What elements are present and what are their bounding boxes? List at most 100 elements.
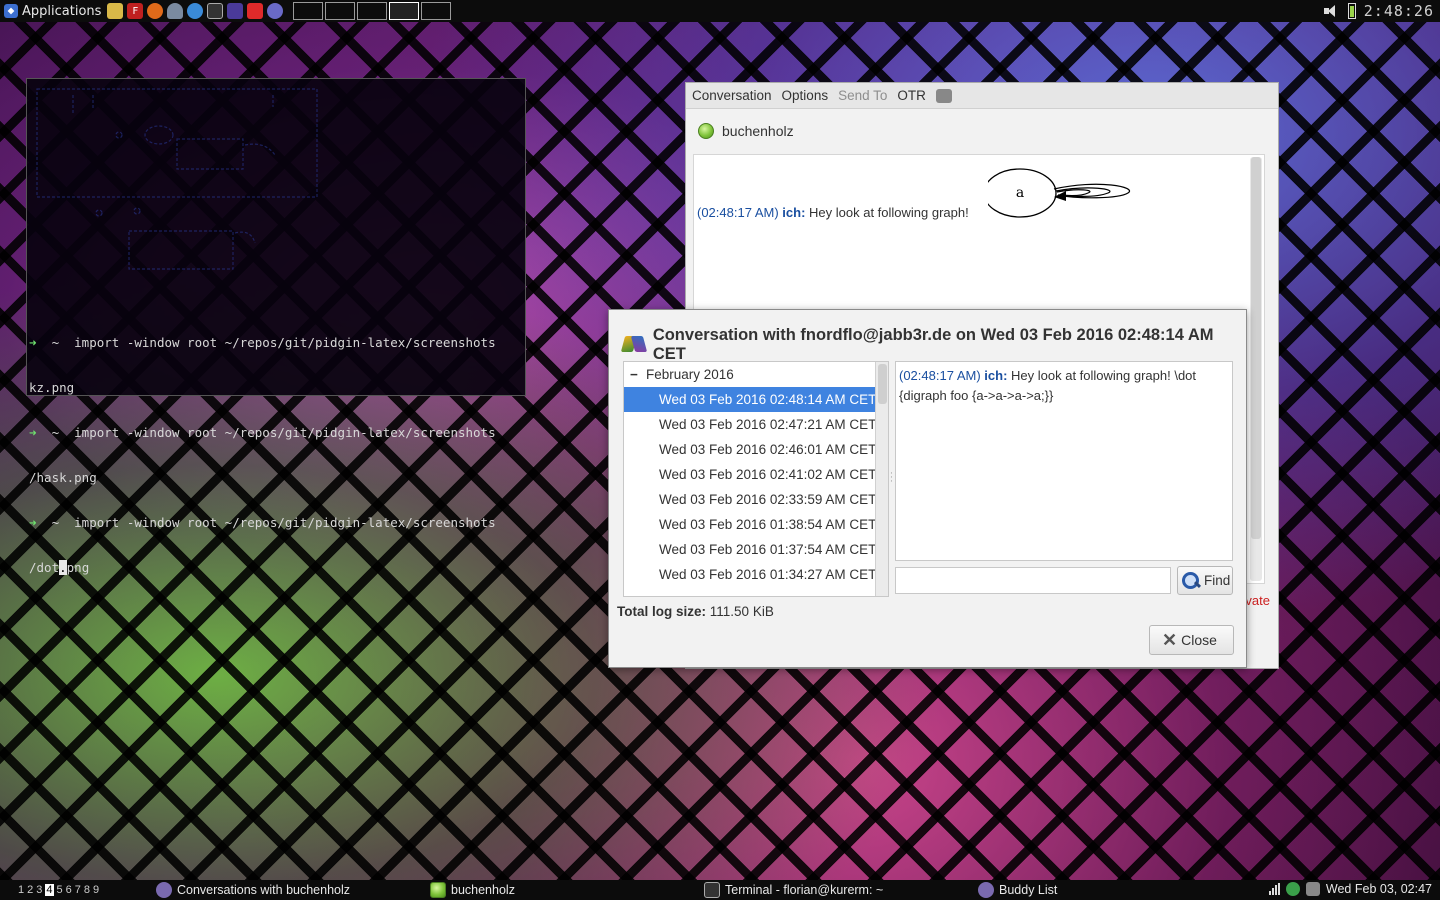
task-buddy-list[interactable]: Buddy List [978,882,1057,898]
battery-icon[interactable] [1347,3,1356,19]
volume-icon[interactable] [1323,5,1340,17]
terminal-window[interactable]: ➜ ~ import -window root ~/repos/git/pidg… [26,78,526,575]
log-search-input[interactable] [895,567,1171,594]
rendered-graph-image: a [988,168,1131,218]
top-panel: Applications F 2:48:26 [0,0,1440,22]
log-entry[interactable]: Wed 03 Feb 2016 02:41:02 AM CET [624,462,888,487]
log-viewer-dialog[interactable]: Conversation with fnordflo@jabb3r.de on … [608,309,1247,668]
desktop-1[interactable]: 1 [18,884,24,896]
chromium-icon[interactable] [187,3,204,19]
pidgin-icon [156,882,172,898]
task-buchenholz[interactable]: buchenholz [430,882,515,898]
terminal-line: ➜ ~ import -window root ~/repos/git/pidg… [29,335,496,350]
log-message-timestamp: (02:48:17 AM) [899,368,981,383]
browser-icon[interactable] [267,3,284,19]
close-button[interactable]: ✕ Close [1149,625,1234,655]
screen-icon[interactable] [227,3,244,19]
desktop-7[interactable]: 7 [75,884,81,896]
system-tray: Wed Feb 03, 02:47 [1268,882,1432,896]
terminal-line-text: ~ import -window root ~/repos/git/pidgin… [36,335,496,350]
cloud-icon[interactable] [167,3,184,19]
firefox-icon[interactable] [147,3,164,19]
workspace-2[interactable] [325,2,356,20]
log-date-tree[interactable]: − February 2016 Wed 03 Feb 2016 02:48:14… [623,361,889,597]
tree-group-label: February 2016 [646,367,734,382]
scrollbar-thumb[interactable] [878,364,887,404]
menu-send-to: Send To [838,88,888,103]
menu-conversation[interactable]: Conversation [692,88,772,103]
conversation-scrollbar[interactable] [1250,157,1262,581]
terminal-line-text: /hask.png [29,470,97,485]
pidgin-icon [978,882,994,898]
log-entry[interactable]: Wed 03 Feb 2016 02:47:21 AM CET [624,412,888,437]
log-entry[interactable]: Wed 03 Feb 2016 02:48:14 AM CET [624,387,888,412]
terminal-icon[interactable] [207,3,224,19]
terminal-line-text: ~ import -window root ~/repos/git/pidgin… [36,425,496,440]
desktop-6[interactable]: 6 [66,884,72,896]
scrollbar-thumb[interactable] [1251,157,1261,539]
desktop-pager: 1 2 3 4 5 6 7 8 9 [0,884,99,896]
otr-status-icon[interactable] [935,88,952,103]
find-button-label: Find [1204,573,1231,588]
workspace-5[interactable] [421,2,452,20]
workspace-1[interactable] [293,2,324,20]
applications-label: Applications [22,3,102,19]
log-entry[interactable]: Wed 03 Feb 2016 01:34:27 AM CET [624,562,888,587]
update-status-icon[interactable] [1285,882,1300,896]
network-manager-icon[interactable] [1305,882,1320,896]
close-icon: ✕ [1162,630,1178,650]
buddy-header: buchenholz [698,123,794,139]
bottom-taskbar: 1 2 3 4 5 6 7 8 9 Conversations with buc… [0,880,1440,900]
log-entry[interactable]: Wed 03 Feb 2016 02:33:59 AM CET [624,487,888,512]
menu-options[interactable]: Options [782,88,829,103]
terminal-line: ➜ ~ import -window root ~/repos/git/pidg… [29,425,496,440]
terminal-input-text: /dot [29,560,60,575]
desktop-8[interactable]: 8 [84,884,90,896]
top-clock[interactable]: 2:48:26 [1364,2,1434,20]
menu-otr[interactable]: OTR [897,88,926,103]
log-content[interactable]: (02:48:17 AM) ich: Hey look at following… [895,361,1233,561]
folder-icon[interactable] [107,3,124,19]
terminal-input-line[interactable]: /dot.png [29,560,496,575]
workspace-switcher [293,2,452,20]
workspace-3[interactable] [357,2,388,20]
otr-status-text[interactable]: vate [1245,593,1270,608]
filezilla-icon[interactable]: F [127,3,144,19]
opera-icon[interactable] [247,3,264,19]
find-button[interactable]: Find [1177,566,1233,595]
ascii-art-background [36,88,318,270]
task-conversations[interactable]: Conversations with buchenholz [156,882,350,898]
terminal-cursor: . [59,560,67,575]
log-entry[interactable]: Wed 03 Feb 2016 02:46:01 AM CET [624,437,888,462]
collapse-icon[interactable]: − [628,367,640,382]
desktop-9[interactable]: 9 [93,884,99,896]
dialog-title-text: Conversation with fnordflo@jabb3r.de on … [652,326,1214,363]
desktop-4[interactable]: 4 [45,884,54,896]
terminal-line-text: kz.png [29,380,75,395]
log-entry[interactable]: Wed 03 Feb 2016 01:37:54 AM CET [624,537,888,562]
desktop-2[interactable]: 2 [27,884,33,896]
pane-resize-handle[interactable]: · · · [890,470,893,487]
applications-menu-button[interactable]: Applications [0,0,107,22]
terminal-output: ➜ ~ import -window root ~/repos/git/pidg… [29,305,496,605]
prompt-arrow: ➜ [29,425,37,440]
workspace-4[interactable] [389,2,420,20]
launcher-bar: F [107,3,284,19]
tree-group-february-2016[interactable]: − February 2016 [624,362,888,387]
log-entry[interactable]: Wed 03 Feb 2016 01:38:54 AM CET [624,512,888,537]
terminal-line: /hask.png [29,470,496,485]
chat-message: (02:48:17 AM) ich: Hey look at following… [697,205,969,220]
log-tree-scrollbar[interactable] [875,362,888,596]
buddy-name[interactable]: buchenholz [722,123,794,139]
message-nick: ich: [782,205,806,220]
terminal-line: kz.png [29,380,496,395]
task-terminal[interactable]: Terminal - florian@kurerm: ~ [704,882,883,898]
prompt-arrow: ➜ [29,335,37,350]
desktop-3[interactable]: 3 [36,884,42,896]
applications-logo-icon [4,4,18,18]
task-label: Conversations with buchenholz [177,883,351,897]
task-label: Buddy List [999,883,1058,897]
network-signal-icon[interactable] [1268,883,1280,895]
desktop-5[interactable]: 5 [57,884,63,896]
taskbar-clock[interactable]: Wed Feb 03, 02:47 [1326,882,1432,896]
